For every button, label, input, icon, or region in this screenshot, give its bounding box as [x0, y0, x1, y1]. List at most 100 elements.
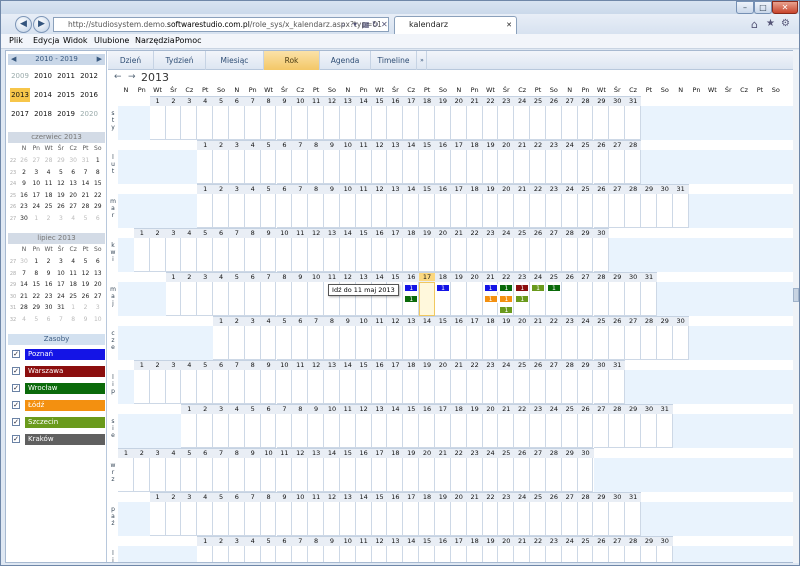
- day-number[interactable]: 17: [451, 537, 467, 545]
- day-number[interactable]: 5: [277, 317, 293, 325]
- mini-day[interactable]: 14: [80, 180, 92, 187]
- day-number[interactable]: 1: [150, 493, 166, 501]
- stop-icon[interactable]: ✕: [381, 20, 388, 29]
- day-number[interactable]: 10: [340, 185, 356, 193]
- day-cell[interactable]: [260, 326, 277, 360]
- tab-view-3[interactable]: Rok: [264, 51, 320, 70]
- day-number[interactable]: 21: [514, 537, 530, 545]
- day-cell[interactable]: [244, 458, 261, 492]
- day-cell[interactable]: [514, 326, 531, 360]
- day-cell[interactable]: [450, 370, 467, 404]
- day-number[interactable]: 29: [594, 493, 610, 501]
- day-number[interactable]: 28: [578, 97, 594, 105]
- day-number[interactable]: 4: [197, 97, 213, 105]
- day-cell[interactable]: [387, 546, 404, 562]
- day-cell[interactable]: [371, 546, 388, 562]
- day-cell[interactable]: [419, 194, 435, 228]
- day-number[interactable]: 4: [197, 493, 213, 501]
- day-cell[interactable]: [530, 106, 546, 140]
- day-cell[interactable]: [228, 326, 245, 360]
- mini-day[interactable]: 29: [55, 157, 67, 164]
- day-cell[interactable]: [656, 414, 673, 448]
- day-cell[interactable]: [419, 326, 435, 360]
- day-cell[interactable]: [387, 194, 404, 228]
- day-number[interactable]: 6: [245, 273, 261, 281]
- day-cell[interactable]: [403, 326, 420, 360]
- day-number[interactable]: 8: [229, 449, 245, 457]
- mini-day[interactable]: 30: [18, 258, 30, 265]
- day-number[interactable]: 26: [609, 317, 625, 325]
- day-number[interactable]: 25: [578, 141, 594, 149]
- day-number[interactable]: 11: [356, 537, 372, 545]
- day-number[interactable]: 6: [277, 141, 293, 149]
- day-cell[interactable]: [466, 370, 483, 404]
- day-cell[interactable]: [276, 502, 293, 536]
- mini-day[interactable]: 6: [67, 169, 79, 176]
- day-cell[interactable]: [355, 106, 372, 140]
- day-number[interactable]: 11: [372, 317, 388, 325]
- day-cell[interactable]: [149, 238, 166, 272]
- day-number[interactable]: 3: [181, 97, 197, 105]
- day-cell[interactable]: [355, 414, 372, 448]
- day-number[interactable]: 16: [387, 493, 403, 501]
- mini-day[interactable]: 4: [18, 316, 30, 323]
- day-number[interactable]: 29: [641, 185, 657, 193]
- day-cell[interactable]: [213, 546, 229, 562]
- mini-day[interactable]: 3: [30, 169, 42, 176]
- day-cell[interactable]: [387, 458, 404, 492]
- day-number[interactable]: 4: [245, 185, 261, 193]
- prev-range-icon[interactable]: ◀: [11, 54, 16, 65]
- day-cell[interactable]: [355, 194, 372, 228]
- event-badge[interactable]: 1: [404, 284, 419, 292]
- day-number[interactable]: 18: [483, 317, 499, 325]
- day-number[interactable]: 12: [324, 97, 340, 105]
- menu-item-2[interactable]: Widok: [63, 36, 88, 45]
- day-cell[interactable]: [577, 194, 594, 228]
- event-badge[interactable]: 1: [515, 295, 530, 303]
- mini-day[interactable]: 17: [30, 192, 42, 199]
- day-number[interactable]: 11: [277, 449, 293, 457]
- day-number[interactable]: 23: [483, 229, 499, 237]
- day-cell[interactable]: [545, 326, 562, 360]
- day-cell[interactable]: [530, 370, 546, 404]
- day-number[interactable]: 1: [181, 405, 197, 413]
- day-cell[interactable]: [435, 546, 451, 562]
- day-cell[interactable]: [324, 326, 340, 360]
- day-cell[interactable]: [181, 502, 198, 536]
- day-cell[interactable]: [308, 194, 325, 228]
- day-cell[interactable]: [609, 502, 626, 536]
- day-number[interactable]: 7: [277, 405, 293, 413]
- day-number[interactable]: 1: [197, 185, 213, 193]
- day-cell[interactable]: [498, 370, 515, 404]
- day-cell[interactable]: [435, 326, 451, 360]
- day-number[interactable]: 15: [340, 449, 356, 457]
- day-number[interactable]: 4: [245, 537, 261, 545]
- day-cell[interactable]: [276, 458, 293, 492]
- year-2014[interactable]: 2014: [33, 88, 53, 102]
- day-number[interactable]: 29: [657, 317, 673, 325]
- day-number[interactable]: 7: [229, 229, 245, 237]
- day-cell[interactable]: [260, 502, 277, 536]
- day-cell[interactable]: [260, 546, 277, 562]
- day-number[interactable]: 12: [340, 273, 356, 281]
- day-cell[interactable]: [466, 326, 483, 360]
- day-cell[interactable]: [466, 194, 483, 228]
- day-number[interactable]: 26: [546, 493, 562, 501]
- scrollbar-thumb[interactable]: [793, 288, 799, 302]
- day-cell[interactable]: [355, 326, 372, 360]
- day-number[interactable]: 18: [419, 97, 435, 105]
- day-number[interactable]: 18: [419, 493, 435, 501]
- mini-day[interactable]: 8: [92, 169, 104, 176]
- day-cell[interactable]: [672, 194, 689, 228]
- day-cell[interactable]: [308, 326, 325, 360]
- close-window-button[interactable]: ✕: [772, 1, 798, 14]
- day-number[interactable]: 12: [308, 361, 324, 369]
- day-cell[interactable]: [324, 370, 340, 404]
- day-cell[interactable]: [244, 414, 261, 448]
- day-cell[interactable]: [466, 458, 483, 492]
- day-number[interactable]: 30: [673, 317, 689, 325]
- tab-view-1[interactable]: Tydzień: [154, 51, 206, 70]
- day-number[interactable]: 27: [546, 361, 562, 369]
- mini-day[interactable]: 26: [80, 293, 92, 300]
- day-number[interactable]: 14: [356, 97, 372, 105]
